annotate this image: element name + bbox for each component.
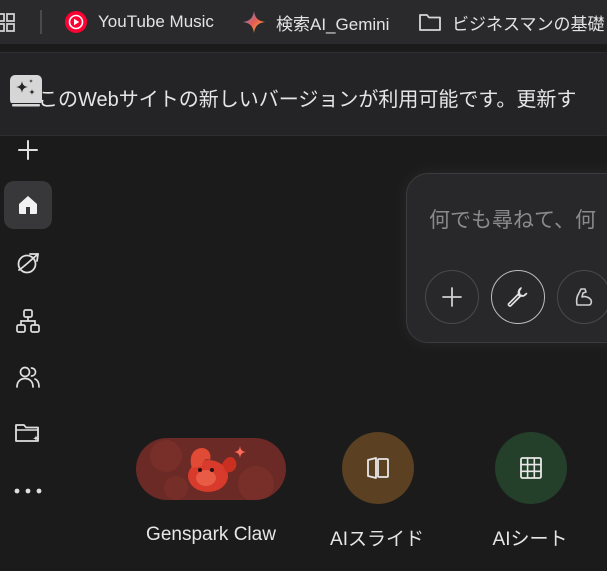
plus-icon <box>442 287 462 307</box>
folder-icon <box>418 10 442 34</box>
workflow-icon <box>16 309 40 333</box>
sidebar-team-button[interactable] <box>4 353 52 401</box>
sidebar-workflow-button[interactable] <box>4 297 52 345</box>
ai-sheets-label: AIシート <box>492 529 568 550</box>
genspark-claw-tile[interactable] <box>136 438 286 500</box>
slides-icon <box>367 457 389 479</box>
update-banner[interactable]: このWebサイトの新しいバージョンが利用可能です。更新す <box>0 52 607 136</box>
more-icon <box>14 488 42 494</box>
app-window: YouTube Music 検索AI_Gemini ビジネスマンの基礎 このWe… <box>0 0 607 571</box>
bookmarks-divider <box>40 10 42 34</box>
explore-icon <box>17 253 39 274</box>
bookmark-gemini[interactable]: 検索AI_Gemini <box>242 0 389 44</box>
bookmark-folder-business[interactable]: ビジネスマンの基礎 <box>418 0 605 44</box>
home-icon <box>19 196 37 214</box>
team-icon <box>16 366 40 388</box>
sidebar-new-button[interactable] <box>4 126 52 174</box>
bookmark-label: YouTube Music <box>98 12 214 31</box>
folder-icon <box>15 424 40 442</box>
youtube-music-icon <box>64 10 88 34</box>
lobster-claw-icon <box>150 440 274 500</box>
sheets-grid-icon <box>520 457 542 479</box>
sidebar <box>0 137 58 571</box>
new-icon <box>18 140 38 160</box>
bookmarks-bar: YouTube Music 検索AI_Gemini ビジネスマンの基礎 <box>0 0 607 44</box>
update-banner-text: このWebサイトの新しいバージョンが利用可能です。更新す <box>38 89 577 111</box>
agent-mode-button[interactable] <box>557 270 607 324</box>
sidebar-more-button[interactable] <box>4 467 52 515</box>
genspark-claw-label: Genspark Claw <box>146 524 276 545</box>
bookmark-youtube-music[interactable]: YouTube Music <box>64 0 214 44</box>
wrench-icon <box>507 287 528 307</box>
sidebar-home-button[interactable] <box>4 181 52 229</box>
muscle-icon <box>575 288 593 306</box>
attach-button[interactable] <box>425 270 479 324</box>
sidebar-explore-button[interactable] <box>4 239 52 287</box>
ai-sheets-tile[interactable] <box>495 432 567 504</box>
bookmark-label: ビジネスマンの基礎 <box>452 14 605 34</box>
chat-input-placeholder[interactable]: 何でも尋ねて、何 <box>429 204 596 234</box>
apps-grid-icon[interactable] <box>0 12 16 32</box>
sidebar-folder-button[interactable] <box>4 409 52 457</box>
chat-input-box[interactable]: 何でも尋ねて、何 <box>406 173 607 343</box>
gemini-icon <box>242 10 266 34</box>
ai-slides-label: AIスライド <box>330 529 424 550</box>
tools-button[interactable] <box>491 270 545 324</box>
ai-slides-tile[interactable] <box>342 432 414 504</box>
bookmark-label: 検索AI_Gemini <box>276 14 390 34</box>
